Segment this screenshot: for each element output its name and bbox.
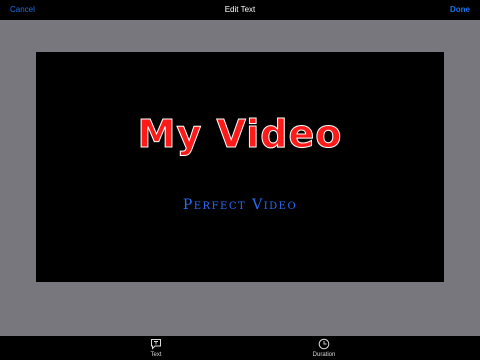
bottom-toolbar: Text Duration — [0, 336, 480, 360]
tab-duration-label: Duration — [312, 352, 336, 358]
text-bubble-icon — [151, 339, 161, 350]
video-title-text[interactable]: My Video — [36, 112, 444, 157]
tab-text[interactable]: Text — [126, 338, 186, 360]
tab-text-label: Text — [150, 352, 162, 358]
video-subtitle-text[interactable]: Perfect Video — [36, 196, 444, 214]
video-preview-canvas[interactable]: My Video Perfect Video — [36, 52, 444, 282]
navigation-bar: Cancel Edit Text Done — [0, 0, 480, 20]
screen-title: Edit Text — [224, 5, 256, 14]
edit-text-screen: Cancel Edit Text Done My Video Perfect V… — [0, 0, 480, 360]
tab-duration[interactable]: Duration — [294, 338, 354, 360]
clock-icon — [318, 338, 330, 350]
done-button[interactable]: Done — [450, 4, 470, 16]
